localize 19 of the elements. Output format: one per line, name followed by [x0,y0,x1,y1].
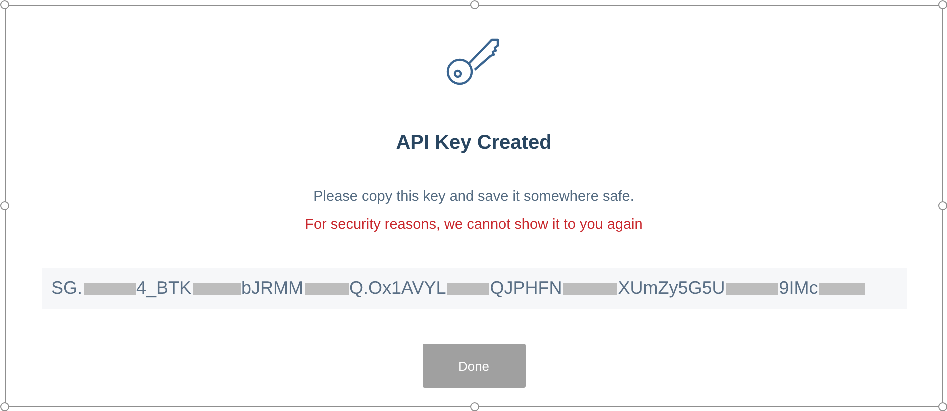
resize-handle[interactable] [470,0,480,10]
api-key-field[interactable]: SG. 4_BTK bJRMM Q.Ox1AVYL QJPHFN XUmZy5G5U 9IMc [42,268,906,309]
resize-handle[interactable] [0,0,10,10]
redaction-mark [563,282,618,294]
resize-handle[interactable] [470,402,480,411]
resize-handle[interactable] [0,402,10,411]
resize-handle[interactable] [938,0,947,10]
redaction-mark [726,282,778,294]
dialog-message: Please copy this key and save it somewhere safe. [314,189,634,205]
resize-handle[interactable] [938,202,947,210]
redaction-mark [447,282,490,294]
redaction-mark [192,282,241,294]
security-warning: For security reasons, we cannot show it to you again [305,217,643,233]
resize-handle[interactable] [0,202,10,210]
redaction-mark [84,282,136,294]
resize-handle[interactable] [938,402,947,411]
dialog-title: API Key Created [396,132,552,155]
redaction-mark [304,282,349,294]
redaction-mark [819,282,866,294]
